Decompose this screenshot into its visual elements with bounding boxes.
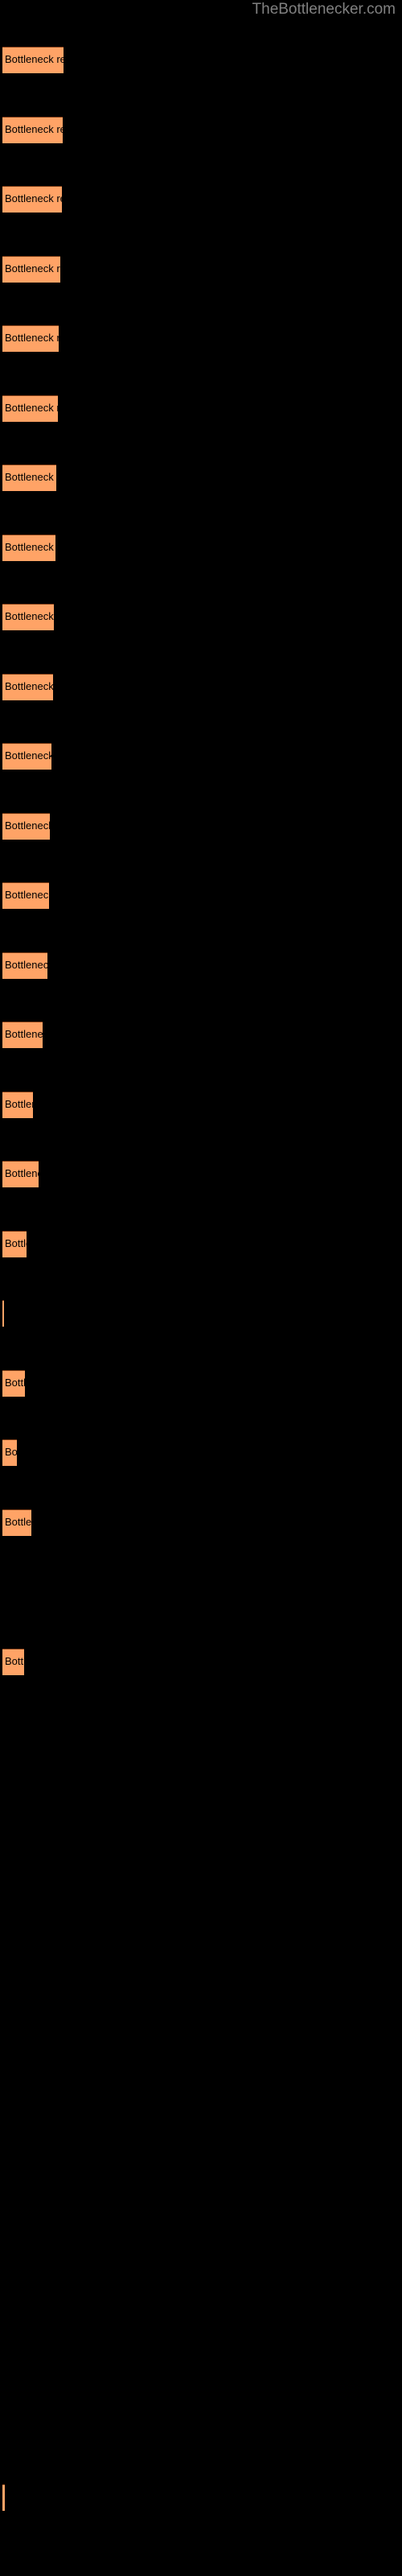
bar-label: Bottleneck result	[5, 1515, 31, 1528]
bar-bottleneck-result: Bottleneck result	[2, 47, 64, 73]
bar-bottleneck-result: Bottleneck result	[2, 604, 54, 630]
bar-bottleneck-result: Bottleneck result	[2, 2483, 5, 2511]
bar-bottleneck-result: Bottleneck result	[2, 673, 53, 700]
bar-bottleneck-result: Bottleneck result	[2, 743, 51, 770]
bar-bottleneck-result: Bottleneck result	[2, 1161, 39, 1187]
bar-bottleneck-result: Bottleneck result	[2, 1439, 17, 1466]
bar-bottleneck-result: Bottleneck result	[2, 1648, 24, 1675]
bar-bottleneck-result: Bottleneck result	[2, 325, 59, 352]
bar-bottleneck-result: Bottleneck result	[2, 116, 63, 143]
bar-bottleneck-result: Bottleneck result	[2, 952, 47, 979]
bar-bottleneck-result: Bottleneck result	[2, 1300, 4, 1327]
bar-label: Bottleneck result	[5, 679, 53, 692]
bar-bottleneck-result: Bottleneck result	[2, 534, 55, 561]
bar-label: Bottleneck result	[5, 471, 56, 483]
bar-bottleneck-result: Bottleneck result	[2, 882, 49, 909]
bar-bottleneck-result: Bottleneck result	[2, 186, 62, 213]
bar-label: Bottleneck result	[5, 819, 50, 832]
bottleneck-bar-chart: TheBottlenecker.com Bottleneck result Bot…	[0, 0, 402, 2576]
bar-label: Bottleneck result	[5, 1236, 27, 1249]
bar-label: Bottleneck result	[5, 1654, 24, 1667]
bar-label: Bottleneck result	[5, 332, 59, 344]
bar-label: Bottleneck result	[5, 1167, 39, 1179]
bar-label: Bottleneck result	[5, 262, 60, 275]
bar-label: Bottleneck result	[5, 122, 63, 135]
bar-bottleneck-result: Bottleneck result	[2, 1091, 33, 1118]
bar-bottleneck-result: Bottleneck result	[2, 255, 60, 283]
bar-label: Bottleneck result	[5, 749, 51, 762]
bar-label: Bottleneck result	[5, 610, 54, 622]
site-watermark: TheBottlenecker.com	[252, 1, 396, 18]
bar-bottleneck-result: Bottleneck result	[2, 1509, 31, 1536]
bar-label: Bottleneck result	[5, 192, 62, 204]
bar-bottleneck-result: Bottleneck result	[2, 1022, 43, 1048]
bar-label: Bottleneck result	[5, 889, 49, 901]
bar-label: Bottleneck result	[5, 958, 47, 971]
bar-label: Bottleneck result	[5, 1446, 17, 1458]
bar-label: Bottleneck result	[5, 1376, 25, 1389]
bar-label: Bottleneck result	[5, 1028, 43, 1040]
bar-label: Bottleneck result	[5, 1097, 33, 1110]
bar-label: Bottleneck result	[5, 401, 58, 414]
bar-bottleneck-result: Bottleneck result	[2, 812, 50, 840]
bar-label: Bottleneck result	[5, 540, 55, 553]
bar-bottleneck-result: Bottleneck result	[2, 464, 56, 491]
bar-bottleneck-result: Bottleneck result	[2, 394, 58, 422]
bar-bottleneck-result: Bottleneck result	[2, 1369, 25, 1397]
bar-bottleneck-result: Bottleneck result	[2, 1230, 27, 1257]
bar-label: Bottleneck result	[5, 53, 64, 65]
